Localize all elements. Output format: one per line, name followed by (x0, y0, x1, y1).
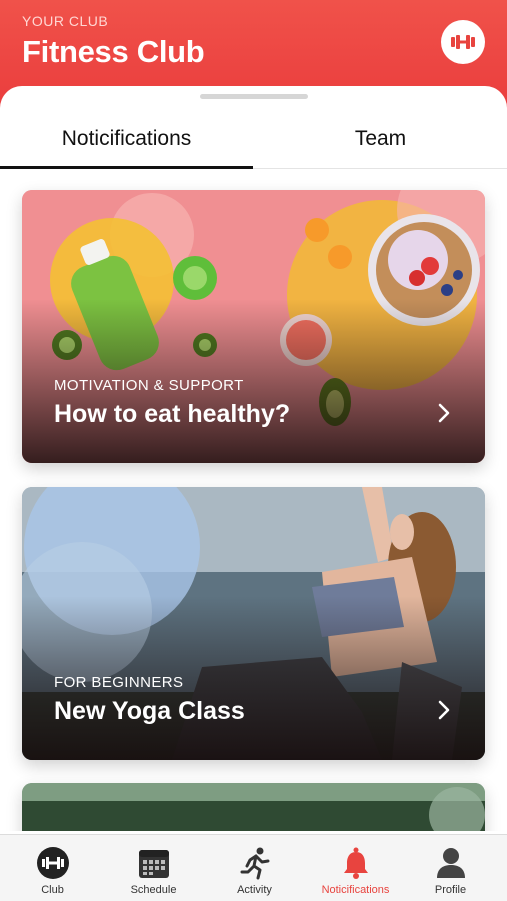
content-sheet: Noticifications Team MOTIVATION & SUPPOR… (0, 86, 507, 900)
tab-bar-label: Club (41, 884, 64, 896)
notification-card[interactable] (22, 783, 485, 831)
tab-bar-label: Schedule (130, 884, 177, 896)
tab-bar-item-notifications[interactable]: Noticifications (305, 835, 406, 901)
card-tag: MOTIVATION & SUPPORT (54, 377, 244, 394)
tab-bar-item-profile[interactable]: Profile (400, 835, 501, 901)
card-title: New Yoga Class (54, 697, 245, 725)
notification-card[interactable]: FOR BEGINNERS New Yoga Class (22, 487, 485, 760)
page-title: Fitness Club (22, 34, 205, 69)
bell-icon (338, 845, 374, 881)
club-caption: YOUR CLUB (22, 13, 109, 29)
bottom-tab-bar: Club Schedule Activity Noticifications P… (0, 834, 507, 901)
tab-bar-label: Noticifications (321, 884, 390, 896)
card-title: How to eat healthy? (54, 400, 291, 428)
card-preview-image (22, 783, 485, 831)
tab-bar-label: Activity (237, 884, 272, 896)
segmented-tabs: Noticifications Team (0, 110, 507, 169)
tab-bar-label: Profile (434, 884, 467, 896)
notifications-feed[interactable]: MOTIVATION & SUPPORT How to eat healthy? (0, 169, 507, 831)
sheet-grabber[interactable] (200, 94, 308, 99)
notification-card[interactable]: MOTIVATION & SUPPORT How to eat healthy? (22, 190, 485, 463)
tab-bar-item-activity[interactable]: Activity (204, 835, 305, 901)
tab-bar-item-schedule[interactable]: Schedule (103, 835, 204, 901)
tab-team[interactable]: Team (254, 110, 507, 168)
person-icon (433, 845, 469, 881)
tab-bar-item-club[interactable]: Club (2, 835, 103, 901)
card-tag: FOR BEGINNERS (54, 674, 184, 691)
chevron-right-icon[interactable] (433, 699, 455, 721)
club-button[interactable] (441, 20, 485, 64)
tab-notifications[interactable]: Noticifications (0, 110, 253, 169)
calendar-icon (136, 845, 172, 881)
runner-icon (237, 845, 273, 881)
chevron-right-icon[interactable] (433, 402, 455, 424)
dumbbell-icon (451, 35, 475, 49)
dumbbell-icon (35, 845, 71, 881)
